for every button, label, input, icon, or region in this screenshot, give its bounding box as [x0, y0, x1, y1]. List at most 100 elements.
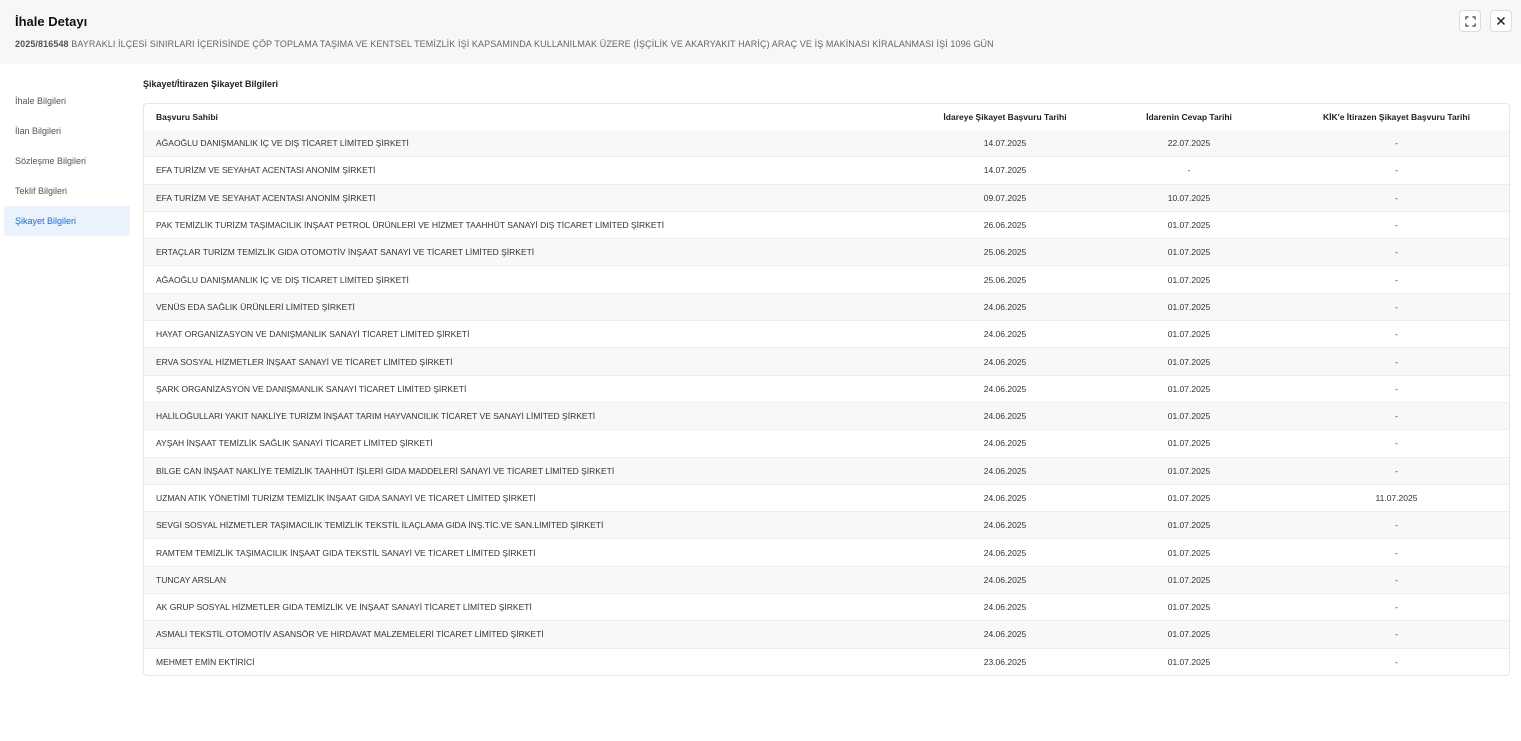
- row-kik-date: -: [1282, 292, 1509, 321]
- row-response-date: 01.07.2025: [1096, 210, 1282, 239]
- row-applicant: SEVGİ SOSYAL HİZMETLER TAŞIMACILIK TEMİZ…: [144, 511, 914, 539]
- row-applicant: AK GRUP SOSYAL HİZMETLER GIDA TEMİZLİK V…: [144, 593, 914, 621]
- row-applicant: RAMTEM TEMİZLİK TAŞIMACILIK İNŞAAT GIDA …: [144, 538, 914, 567]
- table-row: VENÜS EDA SAĞLIK ÜRÜNLERİ LİMİTED ŞİRKET…: [144, 292, 1509, 321]
- table-row: ŞARK ORGANİZASYON VE DANIŞMANLIK SANAYİ …: [144, 374, 1509, 403]
- row-applicant: MEHMET EMİN EKTİRİCİ: [144, 647, 914, 675]
- row-complaint-date: 24.06.2025: [914, 320, 1096, 348]
- row-complaint-date: 24.06.2025: [914, 374, 1096, 403]
- row-kik-date: -: [1282, 401, 1509, 430]
- row-kik-date: -: [1282, 620, 1509, 649]
- row-response-date: 01.07.2025: [1096, 347, 1282, 376]
- row-kik-date: -: [1282, 511, 1509, 539]
- table-row: MEHMET EMİN EKTİRİCİ 23.06.2025 01.07.2025…: [144, 647, 1509, 675]
- row-applicant: AYŞAH İNŞAAT TEMİZLİK SAĞLIK SANAYİ TİCA…: [144, 429, 914, 458]
- row-response-date: 10.07.2025: [1096, 183, 1282, 212]
- table-row: RAMTEM TEMİZLİK TAŞIMACILIK İNŞAAT GIDA …: [144, 538, 1509, 567]
- row-complaint-date: 24.06.2025: [914, 456, 1096, 485]
- row-complaint-date: 24.06.2025: [914, 483, 1096, 512]
- sidebar-item-sozlesme-bilgileri[interactable]: Sözleşme Bilgileri: [4, 146, 130, 176]
- row-applicant: HAYAT ORGANİZASYON VE DANIŞMANLIK SANAYİ…: [144, 320, 914, 348]
- row-applicant: TUNCAY ARSLAN: [144, 565, 914, 594]
- table-row: ERVA SOSYAL HİZMETLER İNŞAAT SANAYİ VE T…: [144, 347, 1509, 376]
- table-row: AĞAOĞLU DANIŞMANLIK İÇ VE DIŞ TİCARET Lİ…: [144, 265, 1509, 294]
- sidebar-item-teklif-bilgileri[interactable]: Teklif Bilgileri: [4, 176, 130, 206]
- row-response-date: 01.07.2025: [1096, 483, 1282, 512]
- row-response-date: 01.07.2025: [1096, 320, 1282, 348]
- table-row: AĞAOĞLU DANIŞMANLIK İÇ VE DIŞ TİCARET Lİ…: [144, 130, 1509, 157]
- sidebar-nav: İhale Bilgileri İlan Bilgileri Sözleşme …: [4, 86, 130, 236]
- row-response-date: 01.07.2025: [1096, 238, 1282, 266]
- row-applicant: VENÜS EDA SAĞLIK ÜRÜNLERİ LİMİTED ŞİRKET…: [144, 292, 914, 321]
- table-row: EFA TURİZM VE SEYAHAT ACENTASI ANONİM Şİ…: [144, 183, 1509, 212]
- row-applicant: EFA TURİZM VE SEYAHAT ACENTASI ANONİM Şİ…: [144, 156, 914, 185]
- page-title: İhale Detayı: [15, 14, 88, 29]
- row-kik-date: -: [1282, 565, 1509, 594]
- row-kik-date: -: [1282, 374, 1509, 403]
- row-response-date: 22.07.2025: [1096, 130, 1282, 157]
- row-complaint-date: 14.07.2025: [914, 130, 1096, 157]
- row-kik-date: -: [1282, 347, 1509, 376]
- row-kik-date: -: [1282, 429, 1509, 458]
- table-row: UZMAN ATIK YÖNETİMİ TURİZM TEMİZLİK İNŞA…: [144, 483, 1509, 512]
- row-complaint-date: 24.06.2025: [914, 565, 1096, 594]
- table-row: EFA TURİZM VE SEYAHAT ACENTASI ANONİM Şİ…: [144, 156, 1509, 185]
- expand-button[interactable]: [1459, 10, 1481, 32]
- tender-description: BAYRAKLI İLÇESİ SINIRLARI İÇERİSİNDE ÇÖP…: [71, 39, 994, 49]
- row-response-date: 01.07.2025: [1096, 265, 1282, 294]
- table-row: BİLGE CAN İNŞAAT NAKLİYE TEMİZLİK TAAHHÜ…: [144, 456, 1509, 485]
- table-row: AYŞAH İNŞAAT TEMİZLİK SAĞLIK SANAYİ TİCA…: [144, 429, 1509, 458]
- row-response-date: 01.07.2025: [1096, 565, 1282, 594]
- row-response-date: 01.07.2025: [1096, 374, 1282, 403]
- row-response-date: -: [1096, 156, 1282, 185]
- row-complaint-date: 09.07.2025: [914, 183, 1096, 212]
- row-complaint-date: 24.06.2025: [914, 347, 1096, 376]
- row-applicant: UZMAN ATIK YÖNETİMİ TURİZM TEMİZLİK İNŞA…: [144, 483, 914, 512]
- column-header-kik-date: KİK'e İtirazen Şikayet Başvuru Tarihi: [1323, 112, 1470, 122]
- row-kik-date: -: [1282, 265, 1509, 294]
- complaints-table: Başvuru Sahibi İdareye Şikayet Başvuru T…: [143, 103, 1510, 676]
- row-complaint-date: 24.06.2025: [914, 620, 1096, 649]
- row-kik-date: -: [1282, 538, 1509, 567]
- sidebar-item-ihale-bilgileri[interactable]: İhale Bilgileri: [4, 86, 130, 116]
- close-button[interactable]: [1490, 10, 1512, 32]
- row-response-date: 01.07.2025: [1096, 593, 1282, 621]
- row-complaint-date: 14.07.2025: [914, 156, 1096, 185]
- row-response-date: 01.07.2025: [1096, 429, 1282, 458]
- table-row: TUNCAY ARSLAN 24.06.2025 01.07.2025-: [144, 565, 1509, 594]
- row-complaint-date: 24.06.2025: [914, 429, 1096, 458]
- row-applicant: PAK TEMİZLİK TURİZM TAŞIMACILIK İNŞAAT P…: [144, 210, 914, 239]
- table-row: AK GRUP SOSYAL HİZMETLER GIDA TEMİZLİK V…: [144, 593, 1509, 621]
- section-title: Şikayet/İtirazen Şikayet Bilgileri: [143, 79, 279, 89]
- table-row: PAK TEMİZLİK TURİZM TAŞIMACILIK İNŞAAT P…: [144, 210, 1509, 239]
- tender-subtitle: 2025/816548 BAYRAKLI İLÇESİ SINIRLARI İÇ…: [15, 39, 994, 49]
- table-row: ASMALI TEKSTİL OTOMOTİV ASANSÖR VE HIRDA…: [144, 620, 1509, 649]
- row-kik-date: -: [1282, 593, 1509, 621]
- row-response-date: 01.07.2025: [1096, 292, 1282, 321]
- row-applicant: ASMALI TEKSTİL OTOMOTİV ASANSÖR VE HIRDA…: [144, 620, 914, 649]
- row-applicant: HALİLOĞULLARI YAKIT NAKLİYE TURİZM İNŞAA…: [144, 401, 914, 430]
- row-applicant: AĞAOĞLU DANIŞMANLIK İÇ VE DIŞ TİCARET Lİ…: [144, 265, 914, 294]
- row-complaint-date: 25.06.2025: [914, 238, 1096, 266]
- sidebar-item-ilan-bilgileri[interactable]: İlan Bilgileri: [4, 116, 130, 146]
- row-applicant: BİLGE CAN İNŞAAT NAKLİYE TEMİZLİK TAAHHÜ…: [144, 456, 914, 485]
- row-complaint-date: 26.06.2025: [914, 210, 1096, 239]
- row-complaint-date: 24.06.2025: [914, 511, 1096, 539]
- sidebar-item-sikayet-bilgileri[interactable]: Şikayet Bilgileri: [4, 206, 130, 236]
- table-row: SEVGİ SOSYAL HİZMETLER TAŞIMACILIK TEMİZ…: [144, 511, 1509, 539]
- row-response-date: 01.07.2025: [1096, 456, 1282, 485]
- row-applicant: ŞARK ORGANİZASYON VE DANIŞMANLIK SANAYİ …: [144, 374, 914, 403]
- row-applicant: AĞAOĞLU DANIŞMANLIK İÇ VE DIŞ TİCARET Lİ…: [144, 130, 914, 157]
- row-response-date: 01.07.2025: [1096, 401, 1282, 430]
- row-complaint-date: 24.06.2025: [914, 292, 1096, 321]
- row-kik-date: -: [1282, 156, 1509, 185]
- row-complaint-date: 24.06.2025: [914, 401, 1096, 430]
- row-complaint-date: 25.06.2025: [914, 265, 1096, 294]
- row-response-date: 01.07.2025: [1096, 620, 1282, 649]
- column-header-response-date: İdarenin Cevap Tarihi: [1146, 112, 1232, 122]
- row-kik-date: -: [1282, 320, 1509, 348]
- row-response-date: 01.07.2025: [1096, 511, 1282, 539]
- row-applicant: ERTAÇLAR TURİZM TEMİZLİK GIDA OTOMOTİV İ…: [144, 238, 914, 266]
- row-kik-date: -: [1282, 238, 1509, 266]
- row-kik-date: 11.07.2025: [1282, 483, 1509, 512]
